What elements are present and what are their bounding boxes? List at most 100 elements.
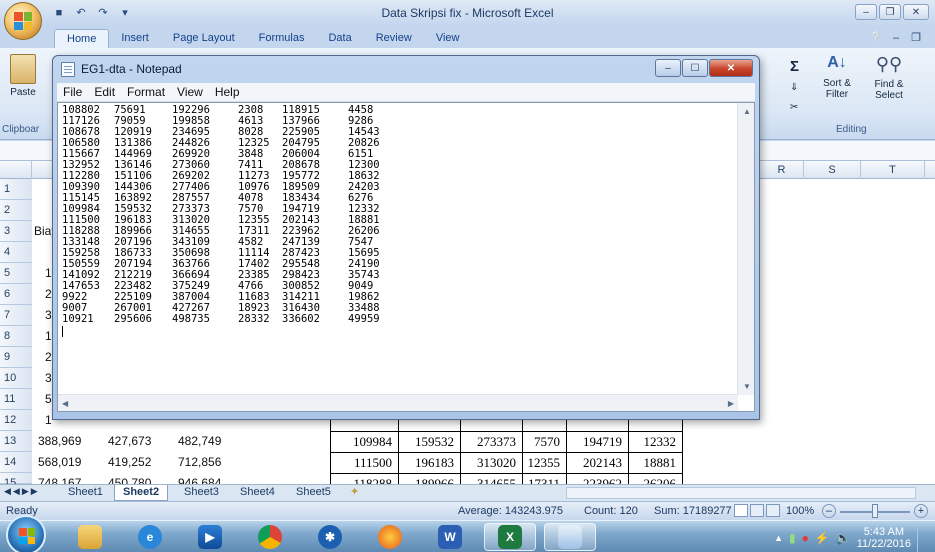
taskbar-bluetooth[interactable]: ✱ [304,523,356,551]
notepad-maximize-button[interactable]: ☐ [682,59,708,77]
cell-partial[interactable]: 5 [45,389,52,410]
row-header[interactable]: 7 [0,305,32,326]
taskbar-file-explorer[interactable] [64,523,116,551]
cell-value[interactable]: 419,252 [108,452,151,473]
cell-partial[interactable]: 2 [45,284,52,305]
power-icon[interactable]: ⚡ [815,531,830,545]
table-cell[interactable]: 273373 [460,431,522,452]
taskbar-firefox[interactable] [364,523,416,551]
row-header[interactable]: 15 [0,473,32,489]
menu-help[interactable]: Help [209,83,246,101]
cell-value[interactable]: 388,969 [38,431,81,452]
sheet-tab[interactable]: Sheet4 [232,485,283,501]
paste-button[interactable]: Paste [6,54,40,98]
cell-partial[interactable]: 3 [45,368,52,389]
show-desktop-button[interactable] [917,524,927,552]
tab-insert[interactable]: Insert [109,29,161,48]
page-layout-view-icon[interactable] [750,504,764,517]
insert-sheet-icon[interactable]: ✦ [342,485,367,501]
cell-value[interactable]: 568,019 [38,452,81,473]
antivirus-icon[interactable]: ● [802,531,809,545]
notepad-horizontal-scrollbar[interactable]: ◀ ▶ [58,394,738,411]
table-cell[interactable]: 17311 [522,473,566,484]
clear-icon[interactable]: ✂ [790,102,798,113]
cell-partial[interactable]: 3 [45,305,52,326]
zoom-out-icon[interactable]: – [822,504,836,518]
sheet-tab-active[interactable]: Sheet2 [114,485,169,501]
table-cell[interactable]: 111500 [330,452,398,473]
taskbar-internet-explorer[interactable]: e [124,523,176,551]
notepad-window[interactable]: EG1-dta - Notepad – ☐ ✕ File Edit Format… [52,55,760,420]
minimize-button[interactable]: – [855,4,877,20]
network-icon[interactable]: ▮ [789,531,796,545]
taskbar-notepad[interactable] [544,523,596,551]
sort-filter-button[interactable]: A↓ Sort & Filter [814,54,860,100]
column-header-s[interactable]: S [804,161,861,179]
column-header-t[interactable]: T [861,161,925,179]
volume-icon[interactable]: 🔈 [836,531,851,545]
menu-format[interactable]: Format [121,83,171,101]
row-header[interactable]: 14 [0,452,32,473]
scroll-right-icon[interactable]: ▶ [728,399,734,408]
table-cell[interactable]: 118288 [330,473,398,484]
taskbar-excel[interactable]: X [484,523,536,551]
tab-home[interactable]: Home [54,29,110,48]
fill-icon[interactable]: ⇓ [790,82,798,93]
menu-view[interactable]: View [171,83,209,101]
restore-workbook-icon[interactable]: ❐ [907,29,925,46]
scroll-down-icon[interactable]: ▼ [743,382,751,391]
zoom-level[interactable]: 100% [786,505,814,517]
row-header[interactable]: 5 [0,263,32,284]
zoom-slider-thumb[interactable] [872,504,878,518]
tab-view[interactable]: View [424,29,472,48]
row-header[interactable]: 12 [0,410,32,431]
taskbar-chrome[interactable] [244,523,296,551]
table-cell[interactable]: 7570 [522,431,566,452]
table-cell[interactable]: 194719 [566,431,628,452]
row-header[interactable]: 2 [0,200,32,221]
scroll-left-icon[interactable]: ◀ [62,399,68,408]
scroll-up-icon[interactable]: ▲ [743,107,751,116]
find-select-button[interactable]: ⚲⚲ Find & Select [864,54,914,101]
minimize-workbook-icon[interactable]: – [887,29,905,46]
row-header[interactable]: 8 [0,326,32,347]
tab-page-layout[interactable]: Page Layout [161,29,247,48]
row-header[interactable]: 1 [0,179,32,200]
notepad-minimize-button[interactable]: – [655,59,681,77]
table-cell[interactable]: 18881 [628,452,682,473]
row-header[interactable]: 11 [0,389,32,410]
notepad-vertical-scrollbar[interactable]: ▲ ▼ [737,103,754,395]
row-header[interactable]: 13 [0,431,32,452]
table-cell[interactable]: 223962 [566,473,628,484]
table-cell[interactable]: 314655 [460,473,522,484]
row-header[interactable]: 4 [0,242,32,263]
sheet-tab[interactable]: Sheet5 [288,485,339,501]
normal-view-icon[interactable] [734,504,748,517]
taskbar-word[interactable]: W [424,523,476,551]
column-header-r[interactable]: R [760,161,804,179]
cell-value[interactable]: 450,780 [108,473,151,484]
menu-file[interactable]: File [57,83,88,101]
table-cell[interactable]: 109984 [330,431,398,452]
cell-partial[interactable]: 1 [45,326,52,347]
row-header[interactable]: 9 [0,347,32,368]
table-cell[interactable]: 12332 [628,431,682,452]
table-cell[interactable]: 313020 [460,452,522,473]
help-icon[interactable]: ❔ [867,29,885,46]
cell-value[interactable]: 427,673 [108,431,151,452]
show-hidden-icons-icon[interactable]: ▲ [774,533,783,543]
zoom-in-icon[interactable]: + [914,504,928,518]
sheet-tab[interactable]: Sheet1 [60,485,111,501]
page-break-view-icon[interactable] [766,504,780,517]
autosum-button[interactable]: Σ [790,58,799,75]
table-cell[interactable]: 26206 [628,473,682,484]
row-header[interactable]: 10 [0,368,32,389]
cell-value[interactable]: 482,749 [178,431,221,452]
office-button[interactable] [4,2,42,40]
start-button[interactable] [6,515,46,552]
menu-edit[interactable]: Edit [88,83,121,101]
close-button[interactable]: ✕ [903,4,929,20]
table-cell[interactable]: 12355 [522,452,566,473]
tab-formulas[interactable]: Formulas [247,29,317,48]
cell-value[interactable]: 946,684 [178,473,221,484]
